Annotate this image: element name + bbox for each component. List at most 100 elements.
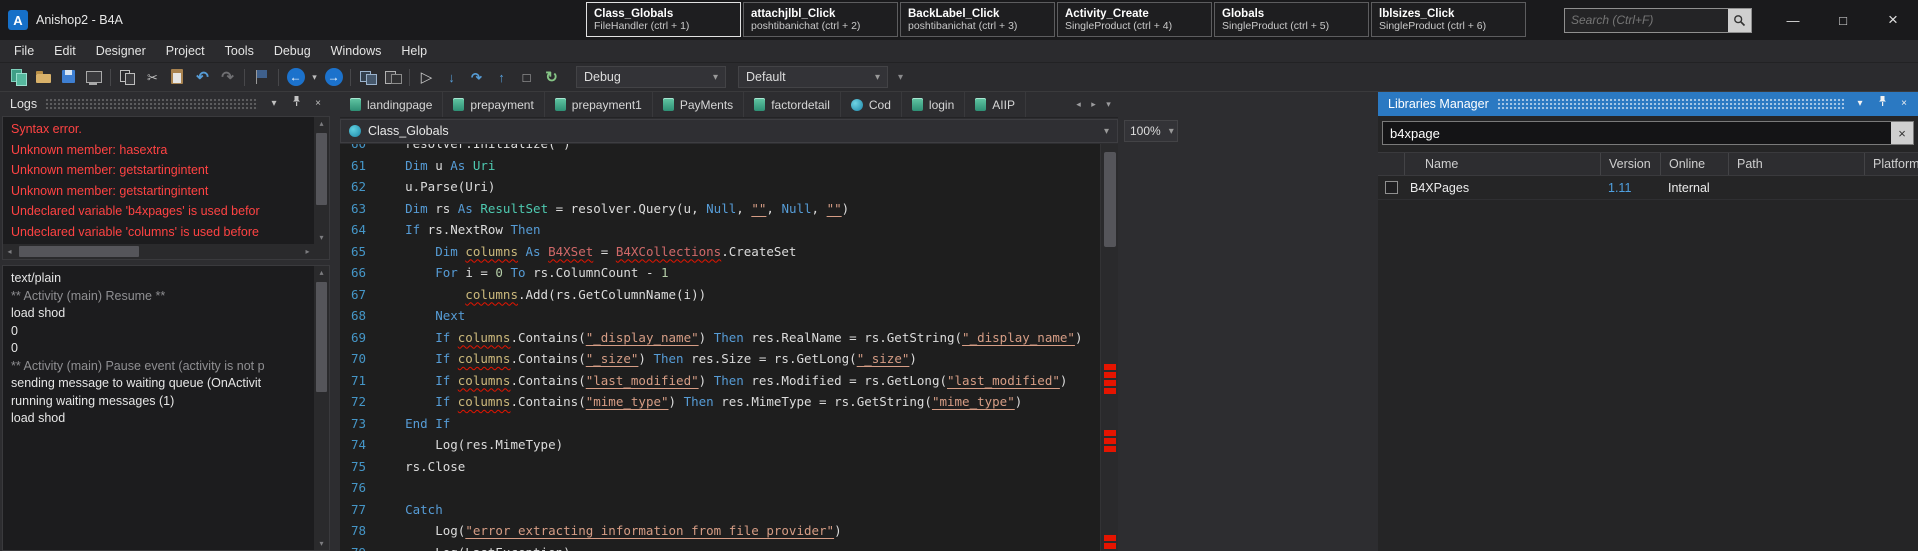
scrollbar-thumb[interactable] [316,282,327,392]
stop-icon[interactable]: □ [514,65,539,89]
designer-icon[interactable] [81,65,106,89]
editor-tab[interactable]: AIIP [965,92,1026,117]
code-line[interactable]: 60resolver.Initialize( ) [340,144,1100,155]
designer-screens-icon[interactable] [380,65,405,89]
editor-tab[interactable]: factordetail [744,92,841,117]
bookmark-icon[interactable] [249,65,274,89]
code-line[interactable]: 70If columns.Contains("_size") Then res.… [340,348,1100,370]
editor-tab[interactable]: prepayment1 [545,92,653,117]
save-all-icon[interactable] [56,65,81,89]
menu-item[interactable]: Project [156,44,215,58]
back-history-icon[interactable]: ▾ [308,65,321,89]
code-line[interactable]: 76 [340,477,1100,499]
open-project-icon[interactable] [31,65,56,89]
code-line[interactable]: 79Log(LastException) [340,542,1100,551]
editor-tab[interactable]: prepayment [443,92,544,117]
code-line[interactable]: 72If columns.Contains("mime_type") Then … [340,391,1100,413]
menu-item[interactable]: Help [391,44,437,58]
code-line[interactable]: 62u.Parse(Uri) [340,176,1100,198]
tab-scroll-left-icon[interactable]: ◂ [1072,99,1085,110]
menu-item[interactable]: Edit [44,44,86,58]
code-line[interactable]: 77Catch [340,499,1100,521]
tab-list-icon[interactable]: ▾ [1102,99,1115,110]
quicknav-tab[interactable]: Globals SingleProduct (ctrl + 5) [1214,2,1369,37]
quicknav-tab[interactable]: Activity_Create SingleProduct (ctrl + 4) [1057,2,1212,37]
search-icon[interactable] [1728,9,1751,32]
close-button[interactable]: × [1868,0,1918,40]
tab-scroll-right-icon[interactable]: ▸ [1087,99,1100,110]
code-line[interactable]: 68Next [340,305,1100,327]
zoom-select[interactable]: 100% ▾ [1124,120,1178,142]
menu-item[interactable]: Tools [215,44,264,58]
redo-icon[interactable]: ↷ [215,65,240,89]
code-line[interactable]: 66For i = 0 To rs.ColumnCount - 1 [340,262,1100,284]
maximize-button[interactable]: □ [1818,0,1868,40]
quicknav-tab[interactable]: lblsizes_Click SingleProduct (ctrl + 6) [1371,2,1526,37]
paste-icon[interactable] [165,65,190,89]
current-sub-select[interactable]: Class_Globals ▾ [340,119,1118,143]
new-file-icon[interactable] [6,65,31,89]
scrollbar-vertical[interactable]: ▴ ▾ [314,266,329,550]
cut-icon[interactable]: ✂ [140,65,165,89]
editor-tab[interactable]: login [902,92,965,117]
editor-tab[interactable]: Cod [841,92,902,117]
menu-item[interactable]: File [4,44,44,58]
pin-icon[interactable] [288,95,304,113]
code-line[interactable]: 75rs.Close [340,456,1100,478]
library-checkbox[interactable] [1385,181,1398,194]
code-line[interactable]: 73End If [340,413,1100,435]
quicknav-tab[interactable]: Class_Globals FileHandler (ctrl + 1) [586,2,741,37]
menu-item[interactable]: Designer [86,44,156,58]
build-config-select[interactable]: Default ▾ [738,66,888,88]
scroll-left-icon[interactable]: ◂ [3,244,16,259]
scrollbar-horizontal[interactable]: ◂ ▸ [3,244,314,259]
quicknav-tab[interactable]: BackLabel_Click poshtibanichat (ctrl + 3… [900,2,1055,37]
scroll-down-icon[interactable]: ▾ [314,537,329,550]
scroll-right-icon[interactable]: ▸ [301,244,314,259]
minimize-button[interactable]: — [1768,0,1818,40]
editor-tab[interactable]: PayMents [653,92,744,117]
run-icon[interactable]: ▷ [414,65,439,89]
scrollbar-vertical[interactable]: ▴ ▾ [314,117,329,244]
clear-search-icon[interactable]: × [1891,122,1913,144]
code-line[interactable]: 74Log(res.MimeType) [340,434,1100,456]
scroll-down-icon[interactable]: ▾ [314,231,329,244]
scroll-up-icon[interactable]: ▴ [314,117,329,130]
code-line[interactable]: 69If columns.Contains("_display_name") T… [340,327,1100,349]
editor-tab[interactable]: landingpage [340,92,443,117]
close-icon[interactable]: × [1896,96,1912,112]
navigate-forward-icon[interactable]: → [321,65,346,89]
menu-item[interactable]: Debug [264,44,321,58]
scrollbar-thumb[interactable] [1104,152,1116,247]
scrollbar-thumb[interactable] [19,246,139,257]
pin-icon[interactable] [1874,95,1890,113]
toolbar-overflow-icon[interactable]: ▾ [898,72,903,83]
editor-scrollbar[interactable] [1100,144,1118,551]
menu-item[interactable]: Windows [321,44,392,58]
code-line[interactable]: 71If columns.Contains("last_modified") T… [340,370,1100,392]
dock-position-icon[interactable]: ▾ [266,96,282,112]
code-line[interactable]: 61Dim u As Uri [340,155,1100,177]
modules-icon[interactable] [355,65,380,89]
copy-icon[interactable] [115,65,140,89]
build-mode-select[interactable]: Debug ▾ [576,66,726,88]
code-line[interactable]: 65Dim columns As B4XSet = B4XCollections… [340,241,1100,263]
dock-position-icon[interactable]: ▾ [1852,96,1868,112]
search-input[interactable] [1565,13,1728,27]
navigate-back-icon[interactable]: ← [283,65,308,89]
library-row[interactable]: B4XPages 1.11 Internal [1378,176,1918,200]
code-view[interactable]: 60resolver.Initialize( )61Dim u As Uri62… [340,144,1100,551]
quicknav-tab[interactable]: attachjlbl_Click poshtibanichat (ctrl + … [743,2,898,37]
close-icon[interactable]: × [310,96,326,112]
code-line[interactable]: 63Dim rs As ResultSet = resolver.Query(u… [340,198,1100,220]
library-search-input[interactable] [1383,126,1891,141]
step-into-icon[interactable]: ↓ [439,65,464,89]
code-line[interactable]: 78Log("error extracting information from… [340,520,1100,542]
resume-icon[interactable]: ↻ [539,65,564,89]
step-out-icon[interactable]: ↑ [489,65,514,89]
code-line[interactable]: 64If rs.NextRow Then [340,219,1100,241]
undo-icon[interactable]: ↶ [190,65,215,89]
scrollbar-thumb[interactable] [316,133,327,205]
scroll-up-icon[interactable]: ▴ [314,266,329,279]
code-editor[interactable]: 60resolver.Initialize( )61Dim u As Uri62… [340,144,1118,551]
